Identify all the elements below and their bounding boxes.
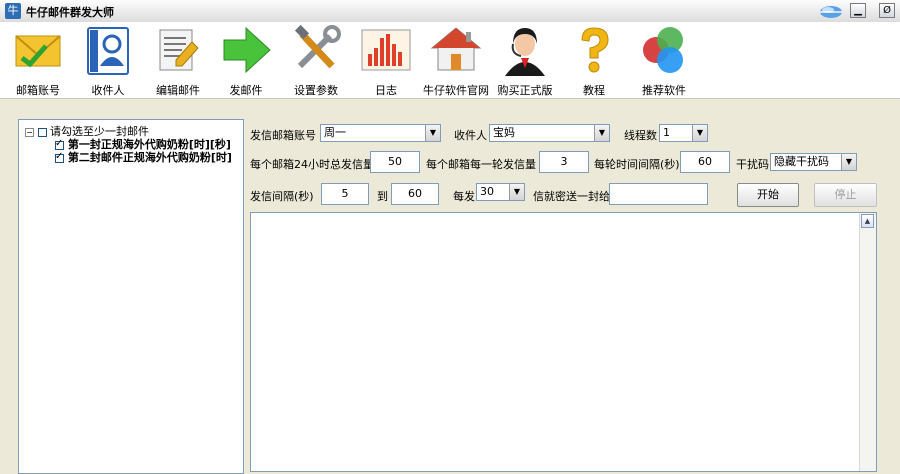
bcc-label: 信就密送一封给: [533, 190, 610, 203]
recipient-label: 收件人: [454, 129, 487, 142]
support-agent-icon: [505, 28, 545, 76]
log-scrollbar[interactable]: ▲: [859, 213, 876, 471]
per-round-label: 每个邮箱每一轮发信量: [426, 158, 536, 171]
daily-total-input[interactable]: 50: [370, 151, 420, 173]
bcc-email-input[interactable]: [609, 183, 708, 205]
home-icon: [430, 27, 482, 71]
toolbar-log-button[interactable]: 日志: [356, 24, 416, 97]
main-toolbar: 邮箱账号 收件人 编辑邮件 发邮件 设置参数 日志 牛仔软件官网 购买正式版 教…: [0, 22, 900, 99]
colored-circles-icon: [643, 27, 683, 73]
tree-item[interactable]: 第二封邮件正规海外代购奶粉[时]: [55, 149, 232, 165]
chevron-down-icon: ▼: [509, 184, 524, 200]
chevron-down-icon: ▼: [594, 125, 609, 141]
per-round-input[interactable]: 3: [539, 151, 589, 173]
root-checkbox[interactable]: [37, 127, 47, 137]
sender-account-select[interactable]: 周一 ▼: [320, 124, 441, 142]
help-question-icon: [581, 27, 609, 73]
interval-to-input[interactable]: 60: [391, 183, 439, 205]
toolbar-mail-account-button[interactable]: 邮箱账号: [10, 24, 66, 97]
minimize-button[interactable]: ▁: [850, 3, 866, 18]
contact-card-icon: [87, 27, 129, 75]
toolbar-recipients-button[interactable]: 收件人: [80, 24, 136, 97]
mail-tree-panel: − 请勾选至少一封邮件 第一封正规海外代购奶粉[时][秒] 第二封邮件正规海外代…: [18, 119, 244, 474]
recipient-select[interactable]: 宝妈 ▼: [489, 124, 610, 142]
daily-total-label: 每个邮箱24小时总发信量: [250, 158, 374, 171]
title-bar: 牛 牛仔邮件群发大师 ▁ Ø: [0, 0, 900, 23]
chevron-down-icon: ▼: [692, 125, 707, 141]
scroll-up-icon[interactable]: ▲: [861, 214, 874, 228]
stop-button[interactable]: 停止: [814, 183, 877, 207]
log-textarea[interactable]: ▲: [250, 212, 877, 472]
sender-account-label: 发信邮箱账号: [250, 129, 316, 142]
round-interval-label: 每轮时间间隔(秒): [594, 158, 680, 171]
interval-from-input[interactable]: 5: [321, 183, 369, 205]
every-label: 每发: [453, 190, 475, 203]
app-icon: 牛: [5, 3, 21, 19]
chart-icon: [361, 29, 411, 71]
toolbar-edit-mail-button[interactable]: 编辑邮件: [148, 24, 208, 97]
close-button[interactable]: Ø: [879, 3, 895, 18]
green-arrow-icon: [223, 26, 271, 74]
toolbar-buy-button[interactable]: 购买正式版: [494, 24, 556, 97]
to-label: 到: [377, 190, 388, 203]
threads-label: 线程数: [624, 129, 657, 142]
collapse-icon[interactable]: −: [25, 127, 34, 137]
interference-select[interactable]: 隐藏干扰码 ▼: [770, 153, 857, 171]
item-checkbox[interactable]: [55, 151, 64, 163]
threads-select[interactable]: 1 ▼: [659, 124, 708, 142]
tools-icon: [294, 24, 341, 69]
toolbar-send-mail-button[interactable]: 发邮件: [218, 24, 274, 97]
start-button[interactable]: 开始: [737, 183, 799, 207]
chevron-down-icon: ▼: [425, 125, 440, 141]
window-title: 牛仔邮件群发大师: [26, 6, 114, 19]
interference-label: 干扰码: [736, 158, 769, 171]
tree-item-label: 第二封邮件正规海外代购奶粉[时]: [67, 151, 232, 164]
toolbar-recommended-button[interactable]: 推荐软件: [634, 24, 694, 97]
interval-label: 发信间隔(秒): [250, 190, 314, 203]
skin-icon[interactable]: [816, 2, 846, 20]
toolbar-settings-button[interactable]: 设置参数: [288, 24, 344, 97]
toolbar-tutorial-button[interactable]: 教程: [566, 24, 622, 97]
chevron-down-icon: ▼: [841, 154, 856, 170]
round-interval-input[interactable]: 60: [680, 151, 730, 173]
edit-document-icon: [159, 29, 199, 71]
envelope-icon: [15, 35, 61, 68]
toolbar-official-site-button[interactable]: 牛仔软件官网: [420, 24, 492, 97]
every-select[interactable]: 30 ▼: [476, 183, 525, 201]
